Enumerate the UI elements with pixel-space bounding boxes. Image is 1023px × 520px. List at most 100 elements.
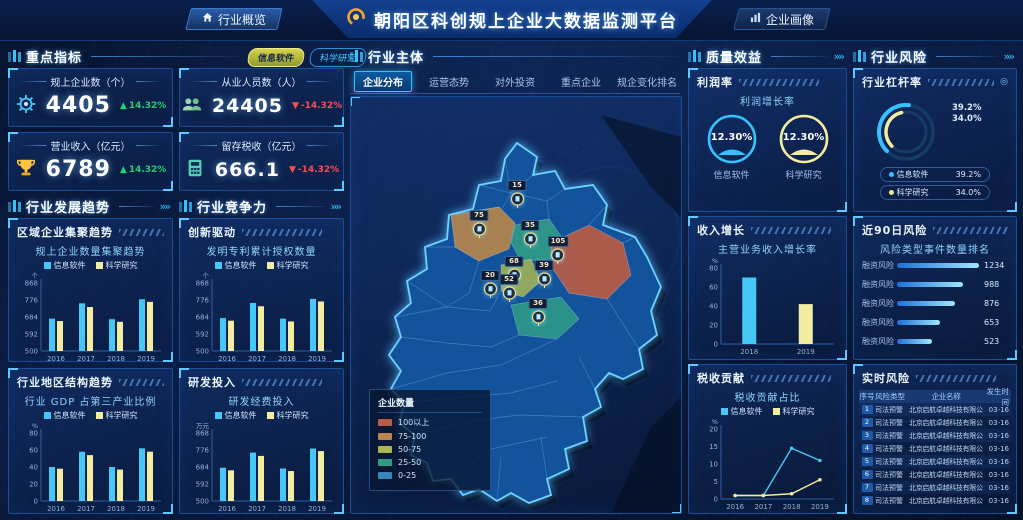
card-leverage: 行业杠杆率 ◎ 39.2%34.0% 信息软件39.2% 科学研究34.0% (853, 68, 1017, 212)
stat-delta: ▼-14.32% (292, 101, 342, 111)
donut-chart-leverage: 39.2%34.0% (854, 92, 1016, 166)
stat-card-gear: 规上企业数（个） 4405 ▲14.32% (8, 68, 173, 127)
nav-enterprise-profile[interactable]: 企业画像 (736, 8, 828, 30)
expand-arrows-icon[interactable]: »» (331, 200, 342, 213)
map-marker[interactable]: 20 (481, 270, 500, 299)
chart-legend: 信息软件科学研究 (180, 260, 343, 271)
legend-item: 科学研究 (773, 406, 815, 417)
hatch-decoration (751, 375, 831, 382)
stat-delta: ▼-14.32% (289, 165, 339, 175)
card-realtime-risk: 实时风险 序号 风险类型 企业名称 发生时间 1司法预警北京启航卓越科技有限公司… (853, 364, 1017, 514)
svg-text:500: 500 (195, 348, 208, 356)
svg-text:34.0%: 34.0% (952, 114, 982, 124)
table-row: 2司法预警北京启航卓越科技有限公司03-16 (859, 416, 1011, 429)
svg-text:2017: 2017 (248, 355, 266, 363)
nav-right-label: 企业画像 (766, 11, 814, 28)
card-tax-contribution: 税收贡献 税收贡献占比 信息软件科学研究 05101520%2016201720… (688, 364, 847, 514)
map-pin-icon (482, 281, 498, 299)
section-title: 行业风险 (871, 47, 927, 66)
map-marker[interactable]: 39 (535, 260, 554, 289)
svg-text:60: 60 (29, 447, 38, 455)
marker-count-badge: 39 (535, 260, 554, 271)
svg-text:2017: 2017 (248, 505, 266, 513)
realtime-risk-table: 序号 风险类型 企业名称 发生时间 1司法预警北京启航卓越科技有限公司03-16… (854, 388, 1016, 509)
map-pin-icon (536, 271, 552, 289)
stat-body: 666.1 ▼-14.32% (180, 153, 343, 190)
card-risk-90d: 近90日风险 风险类型事件数量排名 融资风险1234融资风险988融资风险876… (853, 216, 1017, 360)
stat-value: 666.1 (215, 159, 280, 181)
page-title: 朝阳区科创规上企业大数据监测平台 (374, 7, 678, 32)
section-competitiveness: 行业竞争力 »» (179, 198, 342, 214)
info-icon[interactable]: ◎ (1000, 77, 1008, 87)
legend-pill: 科学研究34.0% (880, 185, 990, 200)
map-marker[interactable]: 36 (529, 298, 548, 327)
people-icon (181, 93, 203, 119)
section-divider (936, 56, 999, 57)
svg-text:2019: 2019 (308, 355, 326, 363)
marker-count-badge: 68 (505, 256, 524, 267)
map-pin-icon (522, 231, 538, 249)
svg-text:2016: 2016 (47, 355, 65, 363)
down-arrow-icon: ▼ (289, 165, 296, 175)
gauge-value: 12.30% (777, 132, 831, 143)
map-pin-icon (509, 191, 525, 209)
stat-body: 4405 ▲14.32% (9, 89, 172, 126)
tab-enterprise-distribution[interactable]: 企业分布 (350, 71, 416, 92)
section-bars-icon (8, 200, 21, 212)
legend-item: 科学研究 (96, 410, 138, 421)
stat-card-people: 从业人员数（人） 24405 ▼-14.32% (179, 68, 344, 127)
stat-title-row: 从业人员数（人） (180, 69, 343, 89)
card-profit-rate: 利润率 利润增长率 12.30% 信息软件 12.30% 科学研究 (688, 68, 847, 212)
filter-info-software[interactable]: 信息软件 (247, 48, 306, 67)
map-marker[interactable]: 52 (500, 274, 519, 303)
svg-text:个: 个 (202, 272, 209, 280)
map-legend-row: 0-25 (378, 471, 482, 480)
svg-text:684: 684 (195, 314, 209, 322)
section-divider (276, 206, 326, 207)
bar-chart-rnd: 500592684776868万元2016201720182019 (180, 421, 343, 513)
section-bars-icon (8, 50, 21, 62)
card-rnd: 研发投入 研发经费投入 信息软件科学研究 500592684776868万元20… (179, 368, 344, 514)
map-legend-row: 25-50 (378, 458, 482, 467)
tab-key-enterprises[interactable]: 重点企业 (548, 74, 614, 89)
tab-change-ranking[interactable]: 规企变化排名 (614, 74, 680, 89)
chart-title: 规上企业数量集聚趋势 (9, 243, 172, 258)
svg-text:868: 868 (195, 430, 208, 438)
section-bars-icon (853, 50, 866, 62)
up-arrow-icon: ▲ (120, 101, 127, 111)
chart-title: 税收贡献占比 (689, 389, 846, 404)
chart-title: 研发经费投入 (180, 393, 343, 408)
stat-card-trophy: 营业收入（亿元） 6789 ▲14.32% (8, 132, 173, 191)
gauge-label: 科学研究 (785, 168, 821, 181)
main-body-tabs: 企业分布 运营态势 对外投资 重点企业 规企变化排名 (350, 70, 680, 94)
map-marker[interactable]: 75 (470, 210, 489, 239)
chart-legend: 信息软件科学研究 (9, 410, 172, 421)
tab-operation-status[interactable]: 运营态势 (416, 74, 482, 89)
marker-count-badge: 15 (508, 180, 527, 191)
legend-item: 信息软件 (215, 260, 257, 271)
section-title: 质量效益 (706, 47, 762, 66)
map-marker[interactable]: 15 (508, 180, 527, 209)
nav-industry-overview[interactable]: 行业概览 (188, 8, 280, 30)
map-legend: 企业数量 100以上75-10050-7525-500-25 (369, 389, 491, 491)
tab-outbound-investment[interactable]: 对外投资 (482, 74, 548, 89)
svg-text:万元: 万元 (196, 422, 210, 430)
legend-item: 信息软件 (44, 410, 86, 421)
section-divider (91, 56, 240, 57)
svg-text:776: 776 (195, 447, 209, 455)
subsection-title: 区域企业集聚趋势 (17, 224, 113, 240)
svg-text:2019: 2019 (137, 505, 155, 513)
legend-item: 信息软件 (215, 410, 257, 421)
svg-text:0: 0 (33, 498, 37, 506)
hbar-row: 融资风险523 (854, 332, 1016, 351)
expand-arrows-icon[interactable]: »» (1004, 50, 1015, 63)
expand-arrows-icon[interactable]: »» (834, 50, 845, 63)
indicator-filters: 信息软件 科学研究 (248, 48, 366, 67)
map-marker[interactable]: 35 (521, 220, 540, 249)
table-header-row: 序号 风险类型 企业名称 发生时间 (859, 390, 1011, 403)
svg-text:0: 0 (714, 341, 718, 349)
bar-chart-patent: 500592684776868个2016201720182019 (180, 271, 343, 363)
stat-delta: ▲14.32% (120, 101, 166, 111)
stat-body: 24405 ▼-14.32% (180, 89, 343, 126)
expand-arrows-icon[interactable]: »» (160, 200, 171, 213)
